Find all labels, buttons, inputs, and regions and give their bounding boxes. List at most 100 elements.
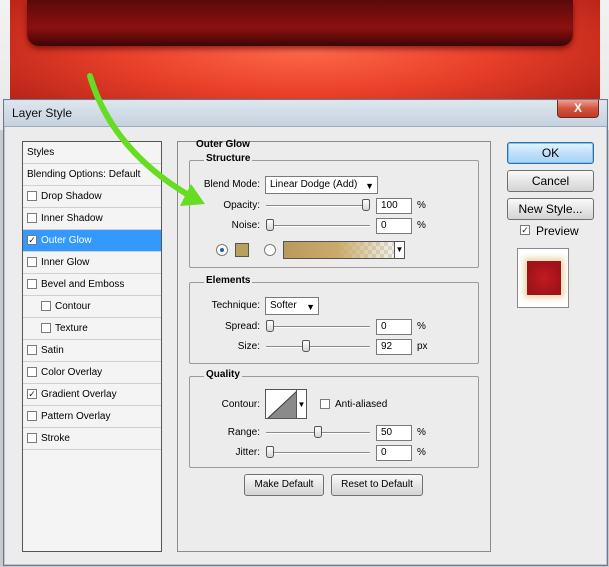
panel-title: Outer Glow [196, 139, 250, 150]
spread-slider[interactable] [266, 320, 370, 332]
noise-slider[interactable] [266, 219, 370, 231]
cancel-button[interactable]: Cancel [507, 170, 594, 192]
opacity-slider-thumb[interactable] [362, 199, 370, 211]
style-item-checkbox[interactable] [41, 301, 51, 311]
preview-checkbox[interactable]: ✓ [520, 225, 530, 235]
style-item-label: Drop Shadow [41, 191, 102, 202]
jitter-input[interactable]: 0 [376, 445, 412, 461]
style-item-checkbox[interactable]: ✓ [27, 389, 37, 399]
close-button[interactable]: X [557, 100, 599, 118]
contour-preview[interactable] [265, 389, 297, 419]
style-item-checkbox[interactable] [27, 345, 37, 355]
style-item-satin[interactable]: Satin [23, 340, 161, 362]
noise-unit: % [417, 220, 426, 231]
style-item-checkbox[interactable]: ✓ [27, 235, 37, 245]
contour-curve-icon [267, 391, 296, 418]
style-item-checkbox[interactable] [27, 213, 37, 223]
opacity-unit: % [417, 200, 426, 211]
style-item-label: Satin [41, 345, 64, 356]
solid-color-radio[interactable] [216, 244, 228, 256]
style-item-color-overlay[interactable]: Color Overlay [23, 362, 161, 384]
blend-mode-select[interactable]: Linear Dodge (Add) ▼ [265, 176, 378, 194]
size-slider[interactable] [266, 340, 370, 352]
spread-unit: % [417, 321, 426, 332]
spread-input[interactable]: 0 [376, 319, 412, 335]
style-item-blending-options-default[interactable]: Blending Options: Default [23, 164, 161, 186]
size-input[interactable]: 92 [376, 339, 412, 355]
style-item-checkbox[interactable] [27, 257, 37, 267]
style-item-checkbox[interactable] [27, 411, 37, 421]
reset-to-default-button[interactable]: Reset to Default [331, 474, 423, 496]
style-item-bevel-and-emboss[interactable]: Bevel and Emboss [23, 274, 161, 296]
spread-slider-thumb[interactable] [266, 320, 274, 332]
range-input[interactable]: 50 [376, 425, 412, 441]
glow-gradient-picker[interactable]: ▼ [283, 241, 405, 259]
style-item-label: Gradient Overlay [41, 389, 117, 400]
style-preview [517, 248, 569, 308]
size-unit: px [417, 341, 428, 352]
glow-color-swatch[interactable] [235, 243, 249, 257]
new-style-button[interactable]: New Style... [507, 198, 594, 220]
styles-header[interactable]: Styles [23, 142, 161, 164]
contour-dropdown[interactable]: ▼ [297, 389, 307, 419]
style-item-label: Contour [55, 301, 91, 312]
chevron-down-icon: ▼ [365, 181, 374, 191]
jitter-label: Jitter: [235, 447, 260, 458]
style-item-label: Inner Shadow [41, 213, 103, 224]
gradient-radio[interactable] [264, 244, 276, 256]
style-item-pattern-overlay[interactable]: Pattern Overlay [23, 406, 161, 428]
style-item-inner-shadow[interactable]: Inner Shadow [23, 208, 161, 230]
style-item-label: Color Overlay [41, 367, 103, 378]
style-item-label: Blending Options: Default [27, 169, 141, 180]
size-slider-thumb[interactable] [301, 340, 310, 352]
contour-label: Contour: [221, 399, 260, 410]
range-slider-thumb[interactable] [314, 426, 322, 438]
style-item-outer-glow[interactable]: ✓ Outer Glow [23, 230, 161, 252]
chevron-down-icon: ▼ [394, 242, 404, 258]
window-title: Layer Style [12, 106, 73, 120]
style-item-checkbox[interactable] [41, 323, 51, 333]
chevron-down-icon: ▼ [306, 302, 315, 312]
opacity-slider[interactable] [266, 199, 370, 211]
ok-button[interactable]: OK [507, 142, 594, 164]
spread-label: Spread: [224, 321, 260, 332]
blend-mode-label: Blend Mode: [203, 179, 260, 190]
style-item-label: Texture [55, 323, 88, 334]
style-item-contour[interactable]: Contour [23, 296, 161, 318]
chevron-down-icon: ▼ [297, 400, 306, 409]
noise-slider-thumb[interactable] [266, 219, 274, 231]
jitter-slider-thumb[interactable] [266, 446, 274, 458]
style-item-stroke[interactable]: Stroke [23, 428, 161, 450]
technique-label: Technique: [211, 300, 260, 311]
style-item-checkbox[interactable] [27, 367, 37, 377]
opacity-label: Opacity: [223, 200, 260, 211]
style-item-label: Bevel and Emboss [41, 279, 125, 290]
style-item-label: Inner Glow [41, 257, 90, 268]
style-item-drop-shadow[interactable]: Drop Shadow [23, 186, 161, 208]
noise-input[interactable]: 0 [376, 218, 412, 234]
style-item-texture[interactable]: Texture [23, 318, 161, 340]
style-item-label: Outer Glow [41, 235, 92, 246]
quality-title: Quality [204, 369, 242, 380]
title-bar: Layer Style X [4, 100, 607, 127]
structure-title: Structure [204, 153, 253, 164]
size-label: Size: [237, 341, 260, 352]
technique-value: Softer [270, 300, 297, 311]
range-slider[interactable] [266, 426, 370, 438]
style-item-checkbox[interactable] [27, 191, 37, 201]
style-item-inner-glow[interactable]: Inner Glow [23, 252, 161, 274]
range-unit: % [417, 427, 426, 438]
make-default-button[interactable]: Make Default [244, 474, 324, 496]
style-item-checkbox[interactable] [27, 433, 37, 443]
anti-aliased-label: Anti-aliased [335, 399, 388, 410]
style-item-checkbox[interactable] [27, 279, 37, 289]
close-icon: X [573, 101, 582, 115]
opacity-input[interactable]: 100 [376, 198, 412, 214]
styles-list: Styles Blending Options: Default Drop Sha… [22, 141, 162, 552]
style-item-gradient-overlay[interactable]: ✓ Gradient Overlay [23, 384, 161, 406]
preview-thumbnail [527, 261, 561, 295]
noise-label: Noise: [231, 220, 260, 231]
jitter-slider[interactable] [266, 446, 370, 458]
technique-select[interactable]: Softer ▼ [265, 297, 319, 315]
anti-aliased-checkbox[interactable] [320, 399, 330, 409]
